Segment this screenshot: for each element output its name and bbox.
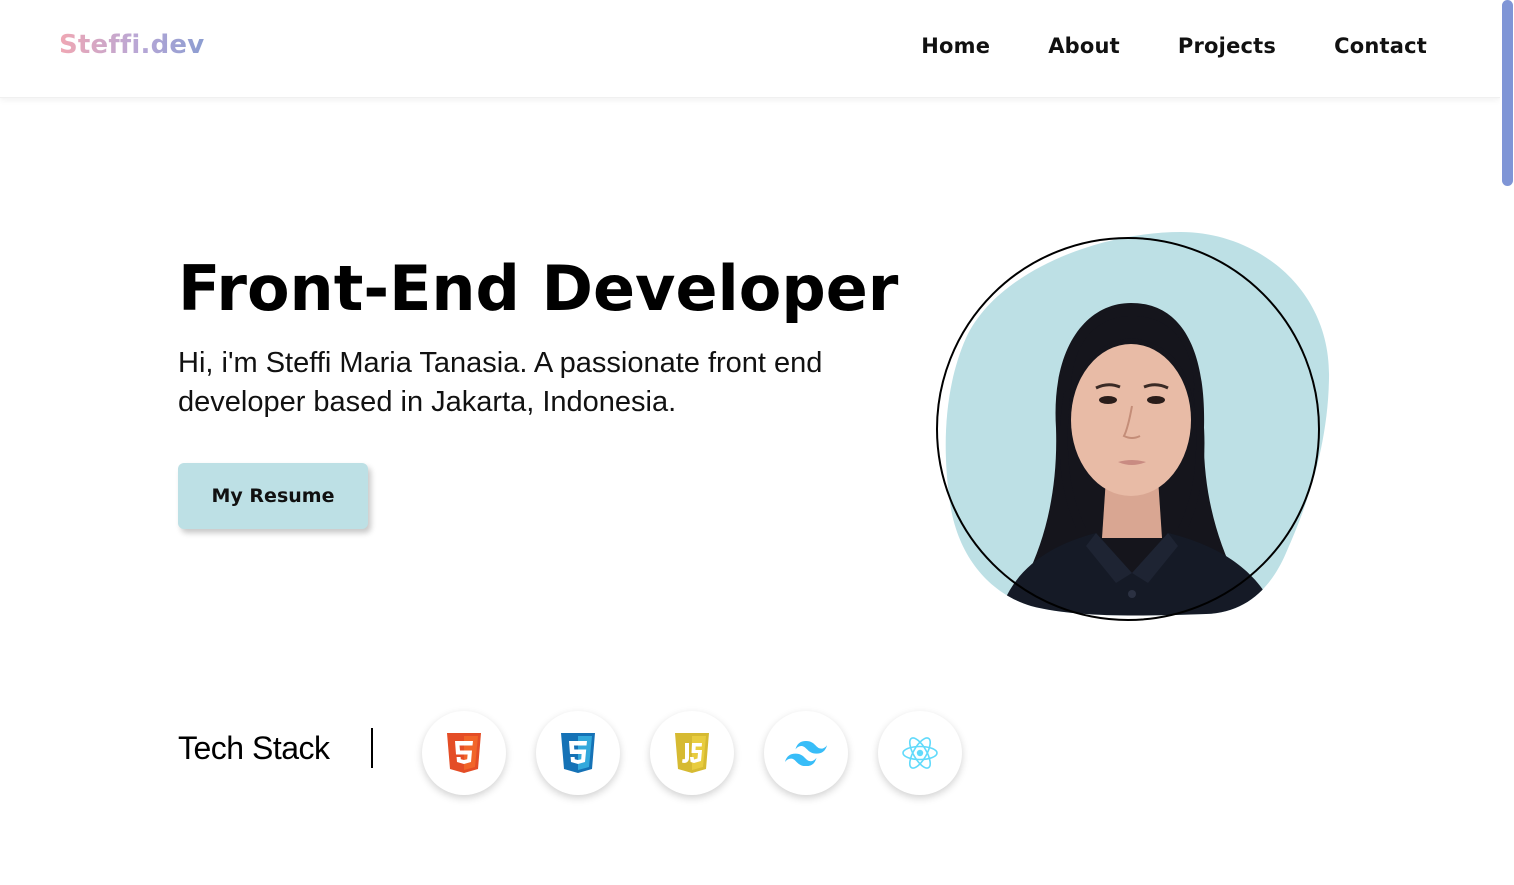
javascript-icon[interactable]: [650, 711, 734, 795]
resume-button[interactable]: My Resume: [178, 463, 368, 529]
tech-stack-label: Tech Stack: [178, 730, 330, 766]
nav-link-about[interactable]: About: [1048, 34, 1120, 58]
profile-photo: [936, 228, 1332, 624]
html5-icon[interactable]: [422, 711, 506, 795]
tech-stack-divider: [371, 728, 373, 768]
hero-title: Front-End Developer: [178, 252, 899, 325]
page: Steffi.dev Home About Projects Contact F…: [0, 0, 1514, 885]
navbar: Steffi.dev Home About Projects Contact: [0, 0, 1500, 98]
css3-icon[interactable]: [536, 711, 620, 795]
nav-menu: Home About Projects Contact: [921, 34, 1427, 58]
logo[interactable]: Steffi.dev: [59, 30, 204, 60]
profile-photo-icon: [936, 232, 1330, 621]
nav-link-home[interactable]: Home: [921, 34, 990, 58]
tech-stack-icons: [422, 711, 962, 795]
scrollbar-thumb[interactable]: [1502, 0, 1513, 186]
hero-description: Hi, i'm Steffi Maria Tanasia. A passiona…: [178, 347, 823, 418]
nav-link-contact[interactable]: Contact: [1334, 34, 1427, 58]
nav-link-projects[interactable]: Projects: [1178, 34, 1276, 58]
tailwind-icon[interactable]: [764, 711, 848, 795]
react-icon[interactable]: [878, 711, 962, 795]
scrollbar[interactable]: [1500, 0, 1514, 885]
